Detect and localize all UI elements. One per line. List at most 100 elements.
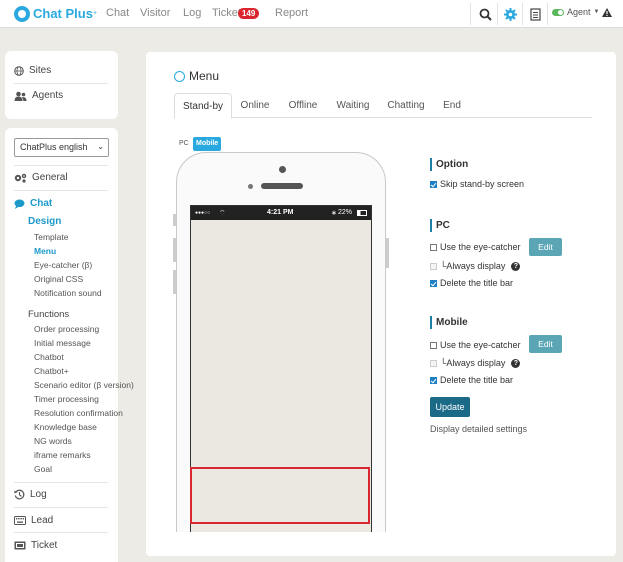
agent-status-menu[interactable]: Agent ▼ <box>552 7 613 17</box>
pc-always-display-option[interactable]: └Always display ? <box>430 261 521 271</box>
sidebar-item-chat[interactable]: Chat <box>14 198 52 209</box>
mobile-delete-title-checkbox[interactable] <box>430 376 437 384</box>
sidebar-subitem-resolution-confirmation[interactable]: Resolution confirmation <box>34 408 123 418</box>
sidebar-item-label: Sites <box>29 65 52 76</box>
help-icon[interactable]: ? <box>511 358 521 368</box>
nav-log[interactable]: Log <box>183 7 201 19</box>
mobile-always-display-option[interactable]: └Always display ? <box>430 358 521 368</box>
divider <box>14 190 108 191</box>
pc-eye-catcher-option[interactable]: Use the eye-catcher <box>430 242 521 252</box>
sidebar-item-lead[interactable]: Lead <box>14 515 53 526</box>
mobile-delete-title-label: Delete the title bar <box>440 375 514 385</box>
pc-eye-catcher-checkbox[interactable] <box>430 243 437 251</box>
sidebar-subitem-scenario-editor[interactable]: Scenario editor (β version) <box>34 380 134 390</box>
mobile-delete-title-option[interactable]: Delete the title bar <box>430 375 513 385</box>
phone-button <box>386 238 389 268</box>
pc-edit-button[interactable]: Edit <box>529 238 562 256</box>
skip-standby-checkbox[interactable] <box>430 180 437 188</box>
sidebar-subitem-knowledge-base[interactable]: Knowledge base <box>34 422 97 432</box>
sidebar-item-ticket[interactable]: Ticket <box>14 540 57 551</box>
nav-ticket[interactable]: Ticket <box>212 7 241 19</box>
history-icon <box>14 489 25 500</box>
document-icon[interactable] <box>526 5 544 23</box>
tab-offline[interactable]: Offline <box>280 93 326 118</box>
cogs-icon <box>14 173 27 183</box>
sidebar-item-agents[interactable]: Agents <box>14 90 63 101</box>
skip-standby-option[interactable]: Skip stand-by screen <box>430 179 524 189</box>
divider <box>14 482 108 483</box>
divider <box>547 3 548 25</box>
sidebar-subitem-initial-message[interactable]: Initial message <box>34 338 91 348</box>
phone-sensor <box>248 184 253 189</box>
sidebar-item-label: Log <box>30 489 47 500</box>
chevron-down-icon: ⌄ <box>97 142 104 151</box>
sidebar-subitem-notification-sound[interactable]: Notification sound <box>34 288 102 298</box>
status-tabs: Stand-by Online Offline Waiting Chatting… <box>174 93 592 119</box>
phone-speaker <box>261 183 303 189</box>
online-toggle-icon[interactable] <box>552 8 564 16</box>
sidebar-item-label: Chat <box>30 198 53 209</box>
sidebar-item-label: Lead <box>31 515 54 526</box>
sidebar-subitem-ng-words[interactable]: NG words <box>34 436 72 446</box>
sidebar-subitem-chatbot[interactable]: Chatbot <box>34 352 64 362</box>
phone-status-bar: ●●●○○ ⌔ 4:21 PM ∗ 22% <box>191 206 371 220</box>
site-select[interactable]: ChatPlus english ⌄ <box>14 138 109 157</box>
mobile-edit-button[interactable]: Edit <box>529 335 562 353</box>
globe-icon <box>14 65 24 76</box>
sidebar-item-label: General <box>32 172 68 183</box>
gear-icon[interactable] <box>501 5 519 23</box>
mobile-eye-catcher-checkbox[interactable] <box>430 341 437 349</box>
functions-section-header: Functions <box>28 309 70 320</box>
tab-chatting[interactable]: Chatting <box>380 93 432 118</box>
sidebar-subitem-timer-processing[interactable]: Timer processing <box>34 394 99 404</box>
divider <box>470 3 471 25</box>
pc-eye-catcher-label: Use the eye-catcher <box>440 242 521 252</box>
pc-always-display-checkbox[interactable] <box>430 262 437 270</box>
sidebar-subitem-menu[interactable]: Menu <box>34 246 56 256</box>
bluetooth-icon: ∗ <box>331 210 337 217</box>
device-tab-pc[interactable]: PC <box>176 137 192 151</box>
keyboard-icon <box>14 516 26 525</box>
pc-delete-title-checkbox[interactable] <box>430 279 437 287</box>
sidebar-subitem-goal[interactable]: Goal <box>34 464 52 474</box>
tab-online[interactable]: Online <box>234 93 276 118</box>
phone-camera <box>279 166 286 173</box>
phone-time: 4:21 PM <box>267 209 294 216</box>
sidebar-subitem-template[interactable]: Template <box>34 232 69 242</box>
sidebar-subitem-iframe-remarks[interactable]: iframe remarks <box>34 450 91 460</box>
mobile-eye-catcher-option[interactable]: Use the eye-catcher <box>430 340 521 350</box>
pc-delete-title-option[interactable]: Delete the title bar <box>430 278 513 288</box>
sidebar-item-general[interactable]: General <box>14 172 68 183</box>
sidebar-item-label: Agents <box>32 90 64 101</box>
nav-visitor[interactable]: Visitor <box>140 7 170 19</box>
sidebar-subitem-original-css[interactable]: Original CSS <box>34 274 83 284</box>
sidebar-subitem-chatbot-plus[interactable]: Chatbot+ <box>34 366 69 376</box>
sidebar-item-sites[interactable]: Sites <box>14 65 51 76</box>
page-title-text: Menu <box>189 69 220 83</box>
design-section-header[interactable]: Design <box>28 216 61 227</box>
sidebar-item-log[interactable]: Log <box>14 489 47 500</box>
circle-icon <box>174 70 185 82</box>
nav-chat[interactable]: Chat <box>106 7 129 19</box>
tab-waiting[interactable]: Waiting <box>330 93 376 118</box>
search-icon[interactable] <box>476 5 494 23</box>
tab-end[interactable]: End <box>436 93 468 118</box>
sidebar-subitem-eye-catcher[interactable]: Eye-catcher (β) <box>34 260 92 270</box>
chat-bubble-icon <box>14 199 25 209</box>
device-tab-mobile[interactable]: Mobile <box>193 137 222 151</box>
sidebar-subitem-order-processing[interactable]: Order processing <box>34 324 99 334</box>
wifi-icon: ⌔ <box>219 210 226 217</box>
logo-text: Chat Plus <box>33 6 93 21</box>
detailed-settings-link[interactable]: Display detailed settings <box>430 424 527 434</box>
help-icon[interactable]: ? <box>511 261 521 271</box>
highlighted-menu-area <box>190 467 370 524</box>
nav-report[interactable]: Report <box>275 7 308 19</box>
sidebar-item-label: Ticket <box>31 540 58 551</box>
mobile-always-display-label: └Always display <box>440 358 506 368</box>
signal-indicator: ●●●○○ <box>195 210 211 216</box>
mobile-always-display-checkbox[interactable] <box>430 359 437 367</box>
chat-plus-logo[interactable]: Chat Plus + <box>14 5 97 22</box>
update-button[interactable]: Update <box>430 397 470 417</box>
tab-stand-by[interactable]: Stand-by <box>174 93 232 119</box>
pc-section-header: PC <box>430 219 450 232</box>
